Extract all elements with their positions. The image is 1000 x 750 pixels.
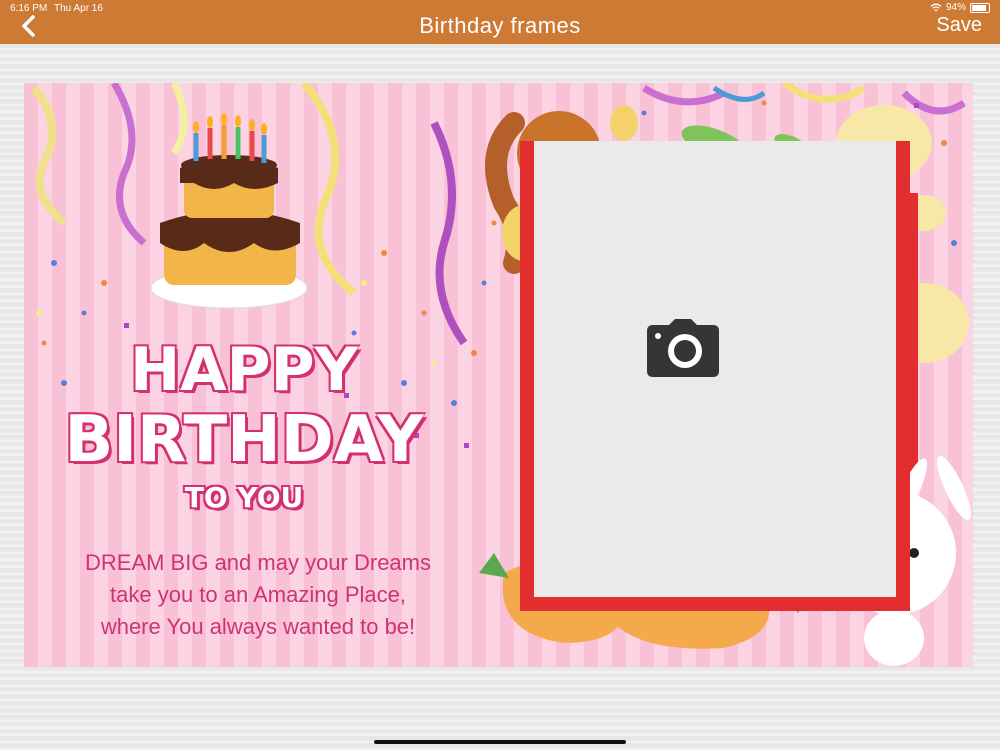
message-line-1: DREAM BIG and may your Dreams	[85, 550, 431, 575]
status-indicators: 94%	[930, 2, 990, 13]
navigation-bar: 6:16 PM Thu Apr 16 94% Birthday frames S…	[0, 0, 1000, 44]
wifi-icon	[930, 3, 942, 12]
birthday-message: DREAM BIG and may your Dreams take you t…	[48, 547, 468, 643]
save-button[interactable]: Save	[936, 14, 982, 37]
headline-to-you: TO YOU	[184, 481, 304, 514]
headline-birthday: BIRTHDAY	[64, 403, 424, 477]
battery-percent: 94%	[945, 2, 966, 13]
battery-icon	[970, 2, 990, 13]
birthday-frame-card: HAPPY BIRTHDAY TO YOU DREAM BIG and may …	[24, 83, 973, 667]
message-line-2: take you to an Amazing Place,	[110, 582, 406, 607]
headline-happy: HAPPY	[129, 335, 359, 405]
camera-icon[interactable]	[647, 319, 719, 377]
message-line-3: where You always wanted to be!	[100, 614, 416, 639]
page-title: Birthday frames	[419, 13, 581, 38]
home-indicator[interactable]	[374, 740, 626, 744]
